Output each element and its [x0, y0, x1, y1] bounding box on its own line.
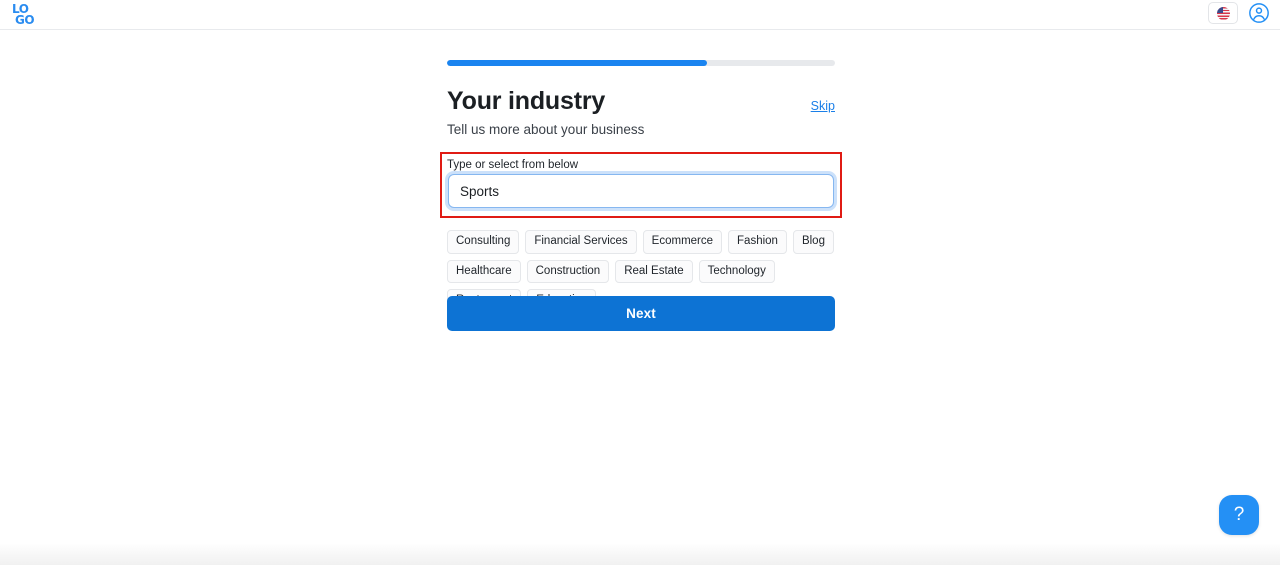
- account-circle-icon[interactable]: [1248, 2, 1270, 24]
- industry-chip[interactable]: Financial Services: [525, 230, 637, 254]
- header-actions: [1208, 2, 1270, 24]
- industry-chip[interactable]: Fashion: [728, 230, 787, 254]
- industry-chip[interactable]: Real Estate: [615, 259, 693, 284]
- industry-chip[interactable]: Blog: [792, 230, 834, 254]
- onboarding-page: LO GO Your industry Skip Tell us more ab…: [0, 0, 1280, 565]
- onboarding-progress-bar: [447, 60, 835, 66]
- industry-chip[interactable]: Ecommerce: [642, 230, 723, 254]
- bottom-shadow: [0, 543, 1280, 565]
- title-row: Your industry Skip: [447, 87, 835, 116]
- app-header: LO GO: [0, 0, 1280, 30]
- page-subtitle: Tell us more about your business: [447, 122, 645, 137]
- skip-link[interactable]: Skip: [811, 99, 835, 116]
- progress-bar-fill: [447, 60, 707, 66]
- industry-field-label: Type or select from below: [447, 159, 579, 171]
- industry-chip[interactable]: Healthcare: [447, 259, 521, 284]
- industry-chip[interactable]: Consulting: [447, 230, 520, 254]
- industry-input[interactable]: [448, 174, 834, 208]
- next-button[interactable]: Next: [447, 296, 835, 331]
- industry-chip[interactable]: Construction: [526, 259, 610, 284]
- page-title: Your industry: [447, 87, 606, 115]
- industry-chip[interactable]: Technology: [698, 259, 775, 284]
- language-selector-button[interactable]: [1208, 2, 1238, 24]
- brand-logo[interactable]: LO GO: [12, 3, 38, 27]
- logo-text-bottom: GO: [15, 13, 35, 27]
- help-button[interactable]: ?: [1219, 495, 1259, 535]
- us-flag-icon: [1216, 6, 1230, 20]
